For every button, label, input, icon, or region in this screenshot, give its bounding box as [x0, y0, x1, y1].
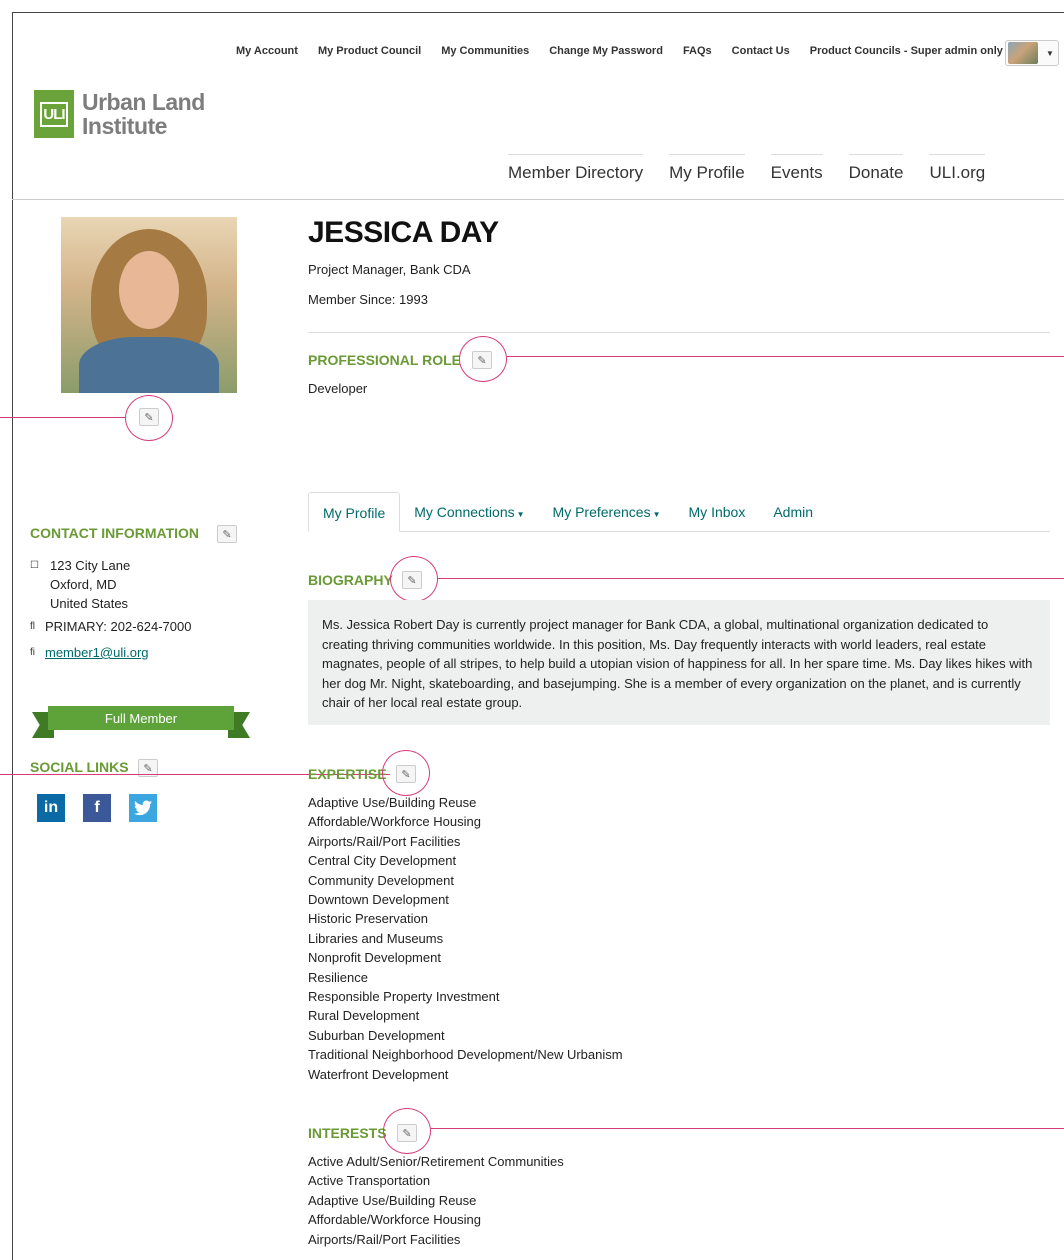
list-item: Active Adult/Senior/Retirement Communiti… — [308, 1154, 564, 1169]
list-item: Central City Development — [308, 853, 457, 869]
interests-heading: INTERESTS — [308, 1125, 387, 1141]
uli-logo-mark: ULI — [34, 90, 74, 138]
interests-list: Active Adult/Senior/Retirement Communiti… — [308, 1152, 564, 1249]
edit-expertise-button[interactable]: ✎ — [396, 765, 416, 783]
uli-logo[interactable]: ULI Urban Land Institute — [34, 90, 205, 138]
nav-member-directory[interactable]: Member Directory — [508, 154, 644, 183]
list-item: Active Transportation — [308, 1173, 431, 1189]
list-item: Airports/Rail/Port Facilities — [308, 1231, 461, 1247]
pencil-icon: ✎ — [401, 768, 411, 781]
list-item: Libraries and Museums — [308, 930, 444, 946]
uli-logo-text: Urban Land Institute — [82, 89, 205, 139]
caret-down-icon: ▼ — [1046, 48, 1054, 58]
nav-events[interactable]: Events — [770, 154, 823, 183]
map-marker-icon: ☐ — [30, 560, 39, 571]
list-item: Suburban Development — [308, 1027, 445, 1043]
utility-faqs[interactable]: FAQs — [683, 45, 712, 57]
edit-biography-button[interactable]: ✎ — [402, 571, 422, 589]
edit-interests-button[interactable]: ✎ — [397, 1124, 417, 1142]
social-links: in f — [37, 794, 157, 822]
member-since: Member Since: 1993 — [308, 292, 428, 307]
profile-photo — [61, 217, 237, 393]
list-item: Resilience — [308, 969, 368, 985]
list-item: Historic Preservation — [308, 911, 428, 927]
pencil-icon: ✎ — [144, 411, 154, 424]
list-item: Nonprofit Development — [308, 950, 441, 966]
job-title: Project Manager, Bank CDA — [308, 262, 471, 277]
nav-uli-org[interactable]: ULI.org — [929, 154, 986, 183]
utility-my-product-council[interactable]: My Product Council — [318, 45, 421, 57]
nav-donate[interactable]: Donate — [848, 154, 904, 183]
utility-my-account[interactable]: My Account — [236, 45, 298, 57]
caret-down-icon: ▼ — [652, 510, 661, 519]
header-divider — [12, 199, 1064, 200]
user-menu-button[interactable]: ▼ — [1005, 40, 1059, 66]
email-link[interactable]: member1@uli.org — [45, 643, 149, 662]
edit-photo-button[interactable]: ✎ — [139, 408, 159, 426]
facebook-icon[interactable]: f — [83, 794, 111, 822]
biography-heading: BIOGRAPHY — [308, 572, 393, 588]
contact-info: ☐ 123 City Lane Oxford, MD United States … — [30, 558, 192, 662]
tab-my-preferences[interactable]: My Preferences ▼ — [539, 492, 675, 532]
list-item: Rural Development — [308, 1008, 420, 1024]
nav-my-profile[interactable]: My Profile — [669, 154, 745, 183]
tab-my-profile[interactable]: My Profile — [308, 492, 401, 532]
divider — [308, 332, 1050, 333]
annotation-line — [431, 1128, 1064, 1129]
annotation-line — [0, 417, 125, 418]
tab-my-inbox[interactable]: My Inbox — [675, 492, 760, 532]
annotation-line — [438, 578, 1064, 579]
list-item: Downtown Development — [308, 892, 449, 908]
professional-role-value: Developer — [308, 381, 368, 396]
utility-product-councils-admin[interactable]: Product Councils - Super admin only — [810, 45, 1003, 57]
list-item: Responsible Property Investment — [308, 989, 500, 1005]
utility-contact-us[interactable]: Contact Us — [732, 45, 790, 57]
professional-role-heading: PROFESSIONAL ROLE — [308, 352, 461, 368]
tab-admin[interactable]: Admin — [759, 492, 827, 532]
edit-professional-role-button[interactable]: ✎ — [472, 351, 492, 369]
profile-tabs: My Profile My Connections ▼ My Preference… — [308, 492, 1050, 532]
twitter-icon[interactable] — [129, 794, 157, 822]
membership-badge: Full Member — [32, 706, 250, 738]
pencil-icon: ✎ — [477, 354, 487, 367]
list-item: Affordable/Workforce Housing — [308, 814, 481, 830]
contact-info-heading: CONTACT INFORMATION — [30, 525, 200, 541]
biography-text: Ms. Jessica Robert Day is currently proj… — [308, 600, 1050, 725]
expertise-heading: EXPERTISE — [308, 766, 387, 782]
list-item: Airports/Rail/Port Facilities — [308, 833, 461, 849]
edit-contact-button[interactable]: ✎ — [217, 525, 237, 543]
pencil-icon: ✎ — [222, 528, 232, 541]
phone-number: PRIMARY: 202-624-7000 — [45, 619, 192, 634]
utility-nav: My Account My Product Council My Communi… — [236, 45, 1023, 57]
list-item: Waterfront Development — [308, 1066, 449, 1082]
pencil-icon: ✎ — [402, 1127, 412, 1140]
list-item: Adaptive Use/Building Reuse — [308, 795, 477, 810]
expertise-list: Adaptive Use/Building Reuse Affordable/W… — [308, 793, 623, 1084]
caret-down-icon: ▼ — [516, 510, 525, 519]
utility-change-password[interactable]: Change My Password — [549, 45, 663, 57]
annotation-line — [507, 356, 1064, 357]
list-item: Affordable/Workforce Housing — [308, 1212, 481, 1228]
phone-icon: fl — [30, 621, 35, 632]
pencil-icon: ✎ — [407, 574, 417, 587]
list-item: Community Development — [308, 872, 454, 888]
main-nav: Member Directory My Profile Events Donat… — [508, 154, 1011, 183]
utility-my-communities[interactable]: My Communities — [441, 45, 529, 57]
list-item: Adaptive Use/Building Reuse — [308, 1192, 477, 1208]
email-icon: fi — [30, 647, 35, 658]
pencil-icon: ✎ — [143, 762, 153, 775]
tab-my-connections[interactable]: My Connections ▼ — [400, 492, 538, 532]
avatar — [1008, 42, 1038, 64]
linkedin-icon[interactable]: in — [37, 794, 65, 822]
social-links-heading: SOCIAL LINKS — [30, 759, 129, 775]
list-item: Traditional Neighborhood Development/New… — [308, 1047, 623, 1063]
page-title: JESSICA DAY — [308, 216, 499, 249]
